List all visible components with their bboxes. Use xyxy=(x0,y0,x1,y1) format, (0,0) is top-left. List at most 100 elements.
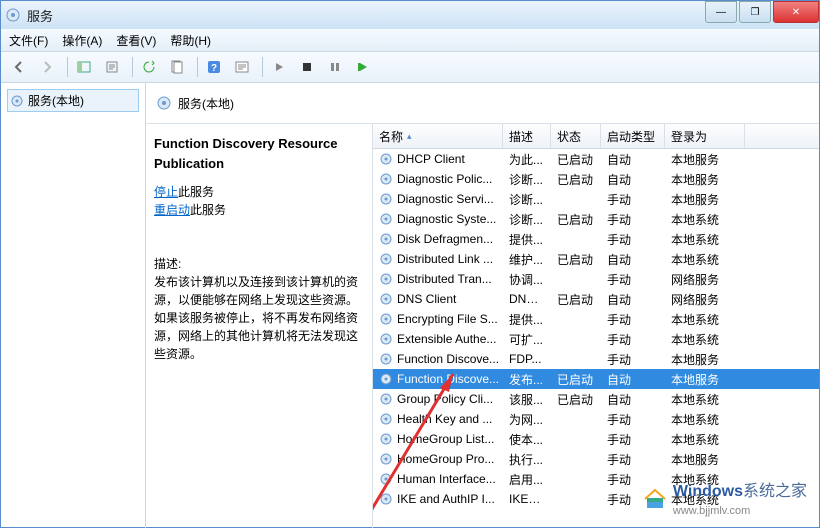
cell-desc: 使本... xyxy=(503,431,551,448)
services-icon xyxy=(5,7,21,23)
menu-view[interactable]: 查看(V) xyxy=(116,32,156,49)
wm-brand2: 系统之家 xyxy=(743,483,807,500)
cell-desc: 提供... xyxy=(503,311,551,328)
cell-startup: 自动 xyxy=(601,251,665,268)
detail-pane: Function Discovery Resource Publication … xyxy=(146,124,373,528)
cell-name: Extensible Authe... xyxy=(373,332,503,346)
service-row[interactable]: Distributed Link ...维护...已启动自动本地系统 xyxy=(373,249,819,269)
cell-startup: 手动 xyxy=(601,351,665,368)
cell-logon: 本地服务 xyxy=(665,451,745,468)
cell-logon: 本地系统 xyxy=(665,211,745,228)
toolbar-separator xyxy=(197,57,198,77)
export-button[interactable] xyxy=(100,55,124,79)
service-row[interactable]: Diagnostic Syste...诊断...已启动手动本地系统 xyxy=(373,209,819,229)
gear-icon xyxy=(379,292,393,306)
cell-name: Function Discove... xyxy=(373,352,503,366)
start-button[interactable] xyxy=(267,55,291,79)
tree-root-services[interactable]: 服务(本地) xyxy=(7,89,139,112)
cell-desc: 为网... xyxy=(503,411,551,428)
cell-logon: 本地系统 xyxy=(665,411,745,428)
cell-logon: 本地系统 xyxy=(665,391,745,408)
cell-desc: FDP... xyxy=(503,352,551,366)
service-row[interactable]: HomeGroup Pro...执行...手动本地服务 xyxy=(373,449,819,469)
col-logon[interactable]: 登录为 xyxy=(665,124,745,148)
restart-button[interactable] xyxy=(351,55,375,79)
action-button[interactable] xyxy=(230,55,254,79)
menu-action[interactable]: 操作(A) xyxy=(62,32,102,49)
refresh-button[interactable] xyxy=(137,55,161,79)
cell-startup: 手动 xyxy=(601,231,665,248)
col-name[interactable]: 名称 xyxy=(373,124,503,148)
split: Function Discovery Resource Publication … xyxy=(146,124,819,528)
cell-startup: 自动 xyxy=(601,171,665,188)
properties-button[interactable] xyxy=(165,55,189,79)
minimize-button[interactable]: — xyxy=(705,1,737,23)
stop-suffix: 此服务 xyxy=(178,185,214,199)
cell-startup: 手动 xyxy=(601,331,665,348)
maximize-button[interactable]: ❐ xyxy=(739,1,771,23)
body: 服务(本地) 服务(本地) Function Discovery Resourc… xyxy=(1,83,819,528)
desc-label: 描述: xyxy=(154,255,364,273)
cell-startup: 自动 xyxy=(601,151,665,168)
desc-text: 发布该计算机以及连接到该计算机的资源，以便能够在网络上发现这些资源。如果该服务被… xyxy=(154,273,364,363)
back-button[interactable] xyxy=(7,55,31,79)
service-row[interactable]: DHCP Client为此...已启动自动本地服务 xyxy=(373,149,819,169)
service-row[interactable]: Encrypting File S...提供...手动本地系统 xyxy=(373,309,819,329)
window-title: 服务 xyxy=(27,6,53,25)
service-row[interactable]: Diagnostic Servi...诊断...手动本地服务 xyxy=(373,189,819,209)
service-row[interactable]: Group Policy Cli...该服...已启动自动本地系统 xyxy=(373,389,819,409)
cell-startup: 手动 xyxy=(601,271,665,288)
service-row[interactable]: Distributed Tran...协调...手动网络服务 xyxy=(373,269,819,289)
services-window: 服务 — ❐ ✕ 文件(F) 操作(A) 查看(V) 帮助(H) ? xyxy=(0,0,820,528)
forward-button[interactable] xyxy=(35,55,59,79)
restart-link[interactable]: 重启动 xyxy=(154,203,190,217)
cell-desc: 诊断... xyxy=(503,211,551,228)
pause-button[interactable] xyxy=(323,55,347,79)
cell-desc: 提供... xyxy=(503,231,551,248)
cell-name: Disk Defragmen... xyxy=(373,232,503,246)
cell-name: Diagnostic Polic... xyxy=(373,172,503,186)
cell-name: Health Key and ... xyxy=(373,412,503,426)
list-header: 名称 描述 状态 启动类型 登录为 xyxy=(373,124,819,149)
cell-desc: DNS ... xyxy=(503,292,551,306)
cell-name: Distributed Tran... xyxy=(373,272,503,286)
cell-logon: 本地服务 xyxy=(665,191,745,208)
service-row[interactable]: Function Discove...FDP...手动本地服务 xyxy=(373,349,819,369)
cell-logon: 网络服务 xyxy=(665,291,745,308)
close-button[interactable]: ✕ xyxy=(773,1,819,23)
col-status[interactable]: 状态 xyxy=(551,124,601,148)
service-row[interactable]: Disk Defragmen...提供...手动本地系统 xyxy=(373,229,819,249)
cell-name: HomeGroup Pro... xyxy=(373,452,503,466)
cell-status: 已启动 xyxy=(551,211,601,228)
help-button[interactable]: ? xyxy=(202,55,226,79)
show-hide-button[interactable] xyxy=(72,55,96,79)
service-row[interactable]: Extensible Authe...可扩...手动本地系统 xyxy=(373,329,819,349)
menu-help[interactable]: 帮助(H) xyxy=(170,32,211,49)
stop-link[interactable]: 停止 xyxy=(154,185,178,199)
col-desc[interactable]: 描述 xyxy=(503,124,551,148)
right-header-title: 服务(本地) xyxy=(178,95,234,112)
cell-status: 已启动 xyxy=(551,391,601,408)
toolbar-separator xyxy=(132,57,133,77)
service-row[interactable]: Function Discove...发布...已启动自动本地服务 xyxy=(373,369,819,389)
cell-status: 已启动 xyxy=(551,251,601,268)
menu-file[interactable]: 文件(F) xyxy=(9,32,48,49)
gear-icon xyxy=(379,252,393,266)
stop-button[interactable] xyxy=(295,55,319,79)
rows[interactable]: DHCP Client为此...已启动自动本地服务Diagnostic Poli… xyxy=(373,149,819,528)
cell-name: IKE and AuthIP I... xyxy=(373,492,503,506)
cell-name: DNS Client xyxy=(373,292,503,306)
col-startup[interactable]: 启动类型 xyxy=(601,124,665,148)
cell-name: Function Discove... xyxy=(373,372,503,386)
cell-startup: 手动 xyxy=(601,211,665,228)
service-row[interactable]: Health Key and ...为网...手动本地系统 xyxy=(373,409,819,429)
cell-logon: 本地系统 xyxy=(665,251,745,268)
gear-icon xyxy=(379,472,393,486)
service-row[interactable]: Diagnostic Polic...诊断...已启动自动本地服务 xyxy=(373,169,819,189)
service-row[interactable]: HomeGroup List...使本...手动本地系统 xyxy=(373,429,819,449)
gear-icon xyxy=(379,172,393,186)
cell-startup: 自动 xyxy=(601,371,665,388)
watermark-text: Windows系统之家 www.bjjmlv.com xyxy=(673,477,807,519)
service-row[interactable]: DNS ClientDNS ...已启动自动网络服务 xyxy=(373,289,819,309)
cell-status: 已启动 xyxy=(551,371,601,388)
